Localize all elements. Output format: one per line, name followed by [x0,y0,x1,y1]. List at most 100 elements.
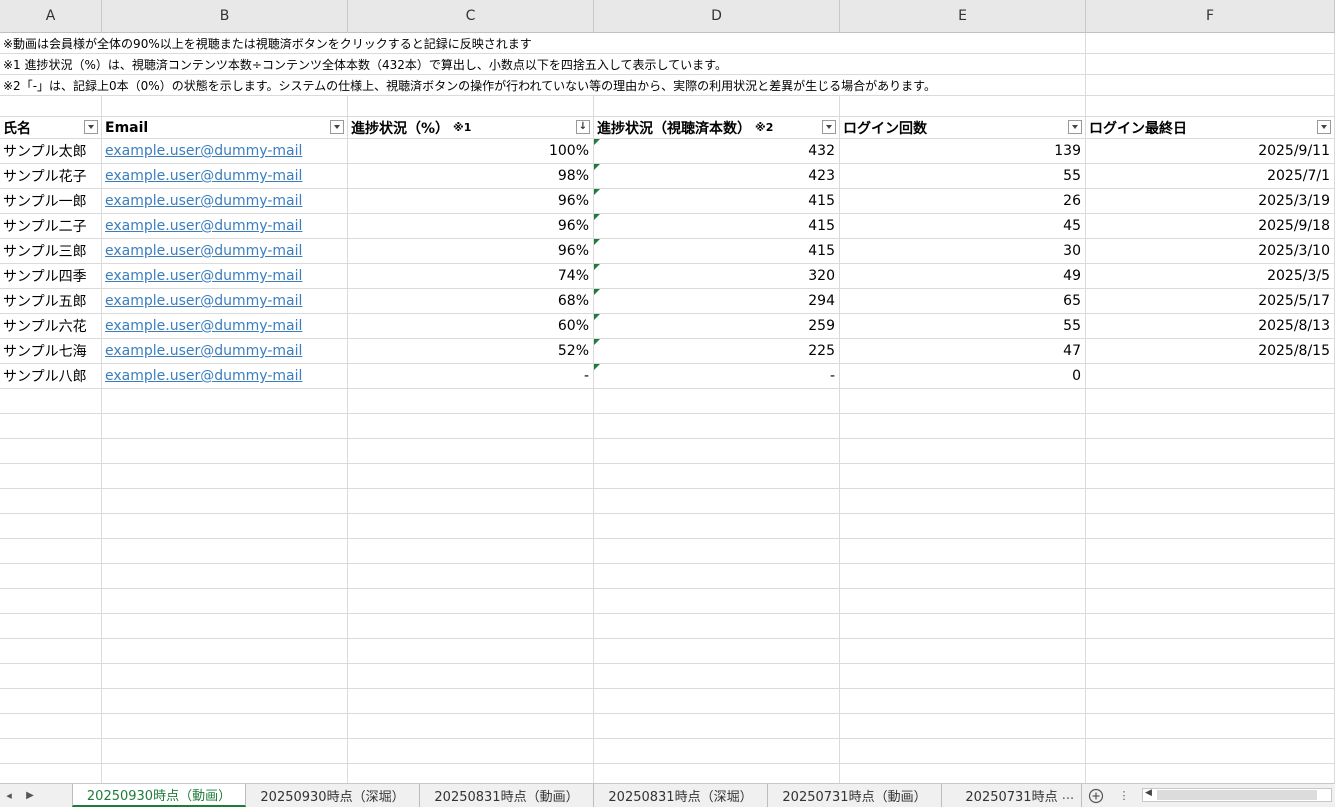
cell[interactable]: 26 [840,189,1086,213]
filter-dropdown-icon[interactable] [84,120,98,134]
cell[interactable] [840,489,1086,513]
cell[interactable]: 100% [348,139,594,163]
cell[interactable]: 45 [840,214,1086,238]
cell[interactable]: サンプル四季 [0,264,102,288]
cell[interactable] [840,689,1086,713]
cell[interactable] [594,514,840,538]
cell[interactable]: example.user@dummy-mail [102,164,348,188]
cell[interactable]: 415 [594,189,840,213]
filter-dropdown-icon[interactable] [822,120,836,134]
cell-email[interactable]: example.user@dummy-mail [105,193,302,209]
cell[interactable] [348,96,594,116]
cell[interactable] [1086,664,1335,688]
cell[interactable] [0,439,102,463]
cell[interactable] [1086,764,1335,783]
cell[interactable]: 2025/3/5 [1086,264,1335,288]
cell[interactable]: - [348,364,594,388]
cell[interactable]: 68% [348,289,594,313]
cell[interactable]: 55 [840,164,1086,188]
cell[interactable] [102,614,348,638]
cell[interactable] [348,764,594,783]
cell[interactable] [102,714,348,738]
cell[interactable] [594,714,840,738]
cell[interactable] [840,464,1086,488]
cell-email[interactable]: example.user@dummy-mail [105,343,302,359]
cell[interactable] [840,439,1086,463]
column-header-f[interactable]: F [1086,0,1335,33]
cell[interactable] [594,389,840,413]
cell[interactable] [102,589,348,613]
cell[interactable]: 0 [840,364,1086,388]
cell[interactable] [1086,464,1335,488]
cell[interactable] [102,539,348,563]
cell[interactable] [348,439,594,463]
cell[interactable] [594,639,840,663]
cell[interactable] [102,664,348,688]
cell[interactable]: 2025/9/11 [1086,139,1335,163]
cell[interactable] [594,33,840,53]
cell[interactable] [840,739,1086,763]
cell[interactable] [0,564,102,588]
cell[interactable] [102,689,348,713]
cell[interactable]: 49 [840,264,1086,288]
cell[interactable]: 74% [348,264,594,288]
cell[interactable]: 415 [594,214,840,238]
cell[interactable]: サンプル七海 [0,339,102,363]
cell[interactable]: 415 [594,239,840,263]
cell[interactable] [840,96,1086,116]
cell[interactable] [1086,514,1335,538]
cell[interactable]: 65 [840,289,1086,313]
cell[interactable] [348,539,594,563]
cell[interactable] [0,689,102,713]
cell[interactable] [0,514,102,538]
cell-email[interactable]: example.user@dummy-mail [105,318,302,334]
cell[interactable]: 2025/8/15 [1086,339,1335,363]
cell[interactable] [0,714,102,738]
cell[interactable] [348,564,594,588]
cell[interactable]: サンプル五郎 [0,289,102,313]
cell[interactable] [0,539,102,563]
sheet-tab[interactable]: 20250831時点（動画） [420,784,594,807]
cell[interactable]: example.user@dummy-mail [102,264,348,288]
cell[interactable] [102,414,348,438]
cell[interactable]: サンプル一郎 [0,189,102,213]
cell[interactable]: example.user@dummy-mail [102,339,348,363]
cell[interactable] [1086,414,1335,438]
cell[interactable] [1086,96,1335,116]
cell[interactable] [1086,75,1335,95]
cell[interactable] [594,439,840,463]
cell[interactable] [0,764,102,783]
cell[interactable] [840,714,1086,738]
filter-dropdown-icon[interactable] [1317,120,1331,134]
horizontal-scrollbar[interactable]: ◀ [1142,788,1332,802]
cell[interactable] [594,464,840,488]
cell[interactable] [1086,539,1335,563]
cell[interactable] [840,514,1086,538]
cell[interactable] [0,389,102,413]
triangle-right-icon[interactable]: ▶ [18,784,42,807]
cell[interactable] [1086,589,1335,613]
cell[interactable] [840,614,1086,638]
cell[interactable]: 2025/9/18 [1086,214,1335,238]
cell[interactable]: 96% [348,189,594,213]
cell-email[interactable]: example.user@dummy-mail [105,293,302,309]
header-login-count[interactable]: ログイン回数 [840,117,1086,138]
cell[interactable] [0,664,102,688]
cell[interactable] [594,614,840,638]
cell[interactable] [1086,389,1335,413]
column-header-c[interactable]: C [348,0,594,33]
cell[interactable] [840,389,1086,413]
cell[interactable]: 60% [348,314,594,338]
cell[interactable] [348,414,594,438]
cell[interactable] [594,489,840,513]
cell[interactable] [348,689,594,713]
cell[interactable]: 96% [348,239,594,263]
cell[interactable] [840,539,1086,563]
sheet-tab[interactable]: 20250930時点（深堀） [246,784,420,807]
sort-filter-icon[interactable] [576,120,590,134]
cell[interactable] [840,564,1086,588]
cell[interactable] [594,664,840,688]
cell[interactable] [840,589,1086,613]
cell[interactable]: 2025/3/10 [1086,239,1335,263]
cell[interactable]: 294 [594,289,840,313]
